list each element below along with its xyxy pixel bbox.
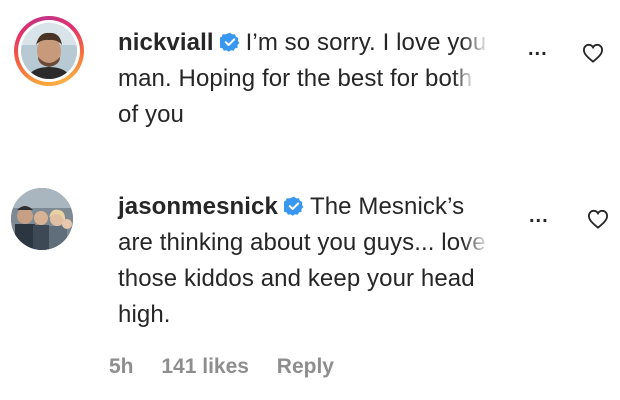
timestamp[interactable]: 5h xyxy=(109,355,134,378)
comment-text: jasonmesnick The Mesnick’s are thinking a… xyxy=(118,189,530,333)
likes-count[interactable]: 141 likes xyxy=(161,355,249,378)
comment-body: man. Hoping for the best for bo xyxy=(118,65,452,92)
comment-body: The Mesnick’s xyxy=(309,193,465,220)
avatar-nickviall[interactable] xyxy=(21,23,77,79)
comment-body-faded: ou xyxy=(459,29,487,56)
avatar-jasonmesnick[interactable] xyxy=(11,188,73,250)
comment-nickviall: nickviall I’m so sorry. I love you man. H… xyxy=(0,0,620,150)
comment-meta: 5h 141 likes Reply xyxy=(109,355,356,379)
comment-jasonmesnick: jasonmesnick The Mesnick’s are thinking a… xyxy=(0,175,620,400)
comment-body: high. xyxy=(118,301,171,328)
verified-badge-icon xyxy=(283,196,304,216)
verified-badge-icon xyxy=(219,32,240,52)
heart-outline-icon[interactable] xyxy=(587,209,609,229)
username[interactable]: jasonmesnick xyxy=(118,193,278,220)
comment-body-faded: th xyxy=(451,65,473,92)
more-options-button[interactable]: ... xyxy=(529,205,549,228)
comment-body: I’m so sorry. I love y xyxy=(245,29,460,56)
username[interactable]: nickviall xyxy=(118,29,214,56)
reply-button[interactable]: Reply xyxy=(277,355,334,378)
comment-body-faded: ve xyxy=(460,229,486,256)
comment-text: nickviall I’m so sorry. I love you man. H… xyxy=(118,25,530,133)
comment-body: are thinking about you guys... lo xyxy=(118,229,461,256)
heart-outline-icon[interactable] xyxy=(582,43,604,63)
comment-body: those kiddos and keep your head xyxy=(118,265,475,292)
comment-body: of you xyxy=(118,101,184,128)
more-options-button[interactable]: ... xyxy=(528,38,548,61)
story-ring[interactable] xyxy=(14,16,84,86)
